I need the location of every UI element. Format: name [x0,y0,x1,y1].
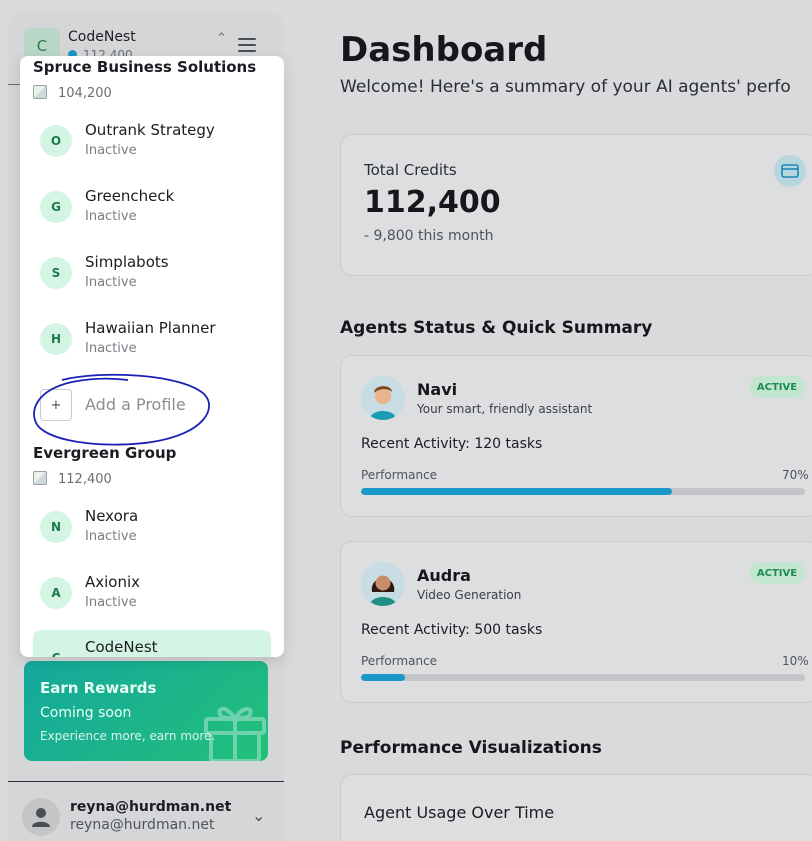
performance-value: 10% [782,654,809,668]
agents-section-title: Agents Status & Quick Summary [340,318,653,338]
gift-icon [204,707,266,761]
broken-image-icon [33,85,47,99]
performance-bar [361,488,805,495]
profile-avatar: H [40,323,72,355]
credits-value: 112,400 [364,185,501,220]
profile-status: Inactive [85,209,137,224]
agent-name: Navi [417,380,458,399]
profile-item[interactable]: O Outrank Strategy Inactive [33,113,271,173]
broken-image-icon [33,471,47,485]
group-credits: 112,400 [33,471,112,487]
chevron-up-icon[interactable]: ⌃ [216,31,227,46]
page-subtitle: Welcome! Here's a summary of your AI age… [340,77,791,97]
agent-avatar-navi [361,376,405,420]
profile-status: Inactive [85,143,137,158]
user-menu[interactable]: reyna@hurdman.net reyna@hurdman.net ⌄ [22,796,272,840]
profile-status: Inactive [85,341,137,356]
total-credits-card: Total Credits 112,400 - 9,800 this month [340,134,812,276]
profile-name: CodeNest [85,638,158,656]
agent-avatar-audra [361,562,405,606]
page-title: Dashboard [340,30,548,70]
profile-status: Inactive [85,595,137,610]
group-credits: 104,200 [33,85,112,101]
profile-item[interactable]: S Simplabots Inactive [33,245,271,305]
profile-avatar: O [40,125,72,157]
performance-label: Performance [361,468,438,482]
agent-usage-card: Agent Usage Over Time [340,774,812,841]
chevron-down-icon[interactable]: ⌄ [252,806,265,825]
performance-bar [361,674,805,681]
agent-card[interactable]: Navi Your smart, friendly assistant ACTI… [340,355,812,517]
user-email: reyna@hurdman.net [70,799,232,815]
agent-recent-activity: Recent Activity: 120 tasks [361,436,543,452]
agent-name: Audra [417,566,471,585]
profile-name: Hawaiian Planner [85,319,216,337]
profile-item[interactable]: N Nexora Inactive [33,499,271,559]
rewards-subtitle: Coming soon [40,705,132,721]
performance-bar-fill [361,488,672,495]
earn-rewards-card[interactable]: Earn Rewards Coming soon Experience more… [24,661,268,761]
profile-avatar: A [40,577,72,609]
profile-name: Nexora [85,507,139,525]
status-badge: ACTIVE [749,376,805,398]
profile-status: Inactive [85,275,137,290]
profile-item[interactable]: H Hawaiian Planner Inactive [33,311,271,371]
profile-name: Outrank Strategy [85,121,215,139]
group-credits-value: 104,200 [58,86,112,101]
agent-recent-activity: Recent Activity: 500 tasks [361,622,543,638]
performance-label: Performance [361,654,438,668]
profile-avatar: C [40,642,72,657]
status-badge: ACTIVE [749,562,805,584]
profile-name: Axionix [85,573,141,591]
workspace-name: CodeNest [68,29,136,45]
visualizations-section-title: Performance Visualizations [340,738,602,758]
rewards-description: Experience more, earn more. [40,729,216,743]
profile-name: Greencheck [85,187,175,205]
credits-month-change: - 9,800 this month [364,228,494,244]
agent-card[interactable]: Audra Video Generation ACTIVE Recent Act… [340,541,812,703]
credit-card-icon [774,155,806,187]
performance-value: 70% [782,468,809,482]
usage-card-title: Agent Usage Over Time [364,803,555,822]
profile-avatar: G [40,191,72,223]
profile-name: Simplabots [85,253,169,271]
sidebar-bottom-divider [8,781,284,782]
performance-bar-fill [361,674,406,681]
group-title: Evergreen Group [33,444,177,462]
hand-drawn-circle-annotation [33,373,210,446]
profile-item[interactable]: A Axionix Inactive [33,565,271,625]
profile-avatar: N [40,511,72,543]
profile-status: Inactive [85,529,137,544]
agent-description: Your smart, friendly assistant [417,402,593,416]
workspace-dropdown: Spruce Business Solutions 104,200 O Outr… [20,56,284,657]
user-avatar-icon [22,798,60,836]
agent-description: Video Generation [417,588,522,602]
user-email-secondary: reyna@hurdman.net [70,817,215,833]
profile-item[interactable]: G Greencheck Inactive [33,179,271,239]
hamburger-menu-icon[interactable] [238,38,256,52]
rewards-title: Earn Rewards [40,679,157,697]
profile-avatar: S [40,257,72,289]
credits-label: Total Credits [364,161,457,179]
profile-item-selected[interactable]: C CodeNest [33,630,271,657]
group-title: Spruce Business Solutions [33,58,257,76]
group-credits-value: 112,400 [58,472,112,487]
